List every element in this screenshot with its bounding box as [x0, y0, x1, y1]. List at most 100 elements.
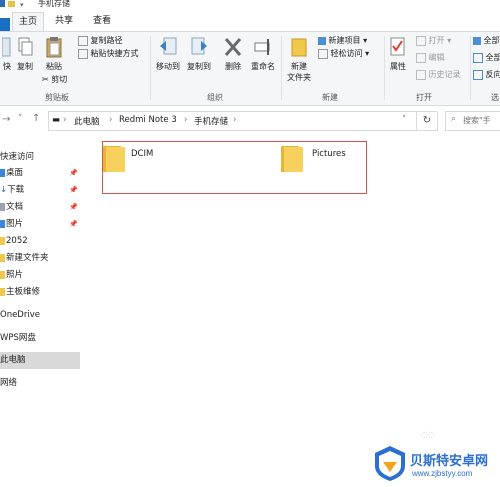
separator — [150, 36, 151, 100]
breadcrumb-separator: › — [109, 115, 113, 125]
open-label: 打开 ▾ — [428, 36, 452, 45]
copy-to-label: 复制到 — [187, 62, 211, 71]
up-arrow-icon[interactable]: ↑ — [32, 113, 40, 124]
chevron-down-icon[interactable]: ˅ — [18, 114, 23, 124]
folder-name-pictures[interactable]: Pictures — [312, 149, 346, 159]
title-bar: ▾ 手机存储 — [0, 0, 500, 9]
copy-button[interactable]: 复制 — [14, 36, 36, 72]
nav-item-label: 新建文件夹 — [6, 253, 49, 263]
breadcrumb-phone-storage[interactable]: 手机存储 — [194, 115, 228, 127]
nav-item-new-folder[interactable]: 新建文件夹 — [0, 250, 80, 267]
tab-share[interactable]: 共享 — [50, 12, 78, 30]
search-input[interactable]: ⌕ 搜索"手 — [445, 111, 500, 131]
folder-name-dcim[interactable]: DCIM — [131, 149, 153, 159]
invert-selection-button[interactable]: 反向 — [473, 69, 500, 80]
folder-icon — [0, 253, 5, 262]
copy-to-button[interactable]: 复制到 — [184, 36, 214, 72]
pin-icon: 📌 — [69, 186, 78, 194]
nav-item-label: WPS网盘 — [0, 333, 36, 343]
nav-item-label: 下载 — [7, 185, 25, 195]
new-group-label: 新建 — [322, 93, 338, 102]
properties-button[interactable]: 属性 — [386, 36, 410, 72]
nav-item-documents[interactable]: 文档 📌 — [0, 199, 80, 216]
paste-shortcut-icon — [78, 48, 88, 59]
edit-icon — [416, 52, 426, 63]
breadcrumb-device[interactable]: Redmi Note 3 — [119, 115, 177, 125]
window-title: 手机存储 — [38, 0, 70, 8]
delete-label: 删除 — [225, 62, 241, 71]
rename-button[interactable]: 重命名 — [248, 36, 278, 72]
cut-button[interactable]: ✂ 剪切 — [42, 74, 67, 85]
nav-item-downloads[interactable]: ↓下载 📌 — [0, 182, 80, 199]
paste-shortcut-button[interactable]: 粘贴快捷方式 — [78, 48, 139, 59]
tab-home[interactable]: 主页 — [12, 12, 44, 31]
watermark-logo-icon — [375, 446, 405, 481]
easy-access-button[interactable]: 轻松访问 ▾ — [318, 48, 369, 59]
nav-item-onedrive[interactable]: OneDrive — [0, 307, 80, 324]
nav-item-label: 主板维修 — [6, 287, 41, 297]
new-folder-icon — [291, 38, 307, 57]
address-bar[interactable]: ▬ › 此电脑 › Redmi Note 3 › 手机存储 › ˅ — [48, 111, 417, 131]
ribbon-tabs: 主页 共享 查看 — [0, 9, 500, 38]
copy-path-icon — [78, 35, 88, 46]
nav-item-label: 图片 — [6, 219, 24, 229]
open-button[interactable]: 打开 ▾ — [416, 35, 451, 46]
pin-icon: 📌 — [69, 169, 78, 177]
pin-label: 快 — [3, 62, 11, 71]
nav-item-motherboard-repair[interactable]: 主板维修 — [0, 284, 80, 301]
rename-label: 重命名 — [251, 62, 275, 71]
nav-item-label: OneDrive — [0, 310, 40, 320]
address-dropdown-icon[interactable]: ˅ — [402, 115, 406, 125]
invert-selection-label: 反向 — [485, 70, 500, 79]
edit-button[interactable]: 编辑 — [416, 52, 445, 63]
drive-icon: ▬ — [52, 115, 61, 125]
copy-path-button[interactable]: 复制路径 — [78, 35, 123, 46]
nav-item-label: 2052 — [6, 236, 28, 246]
breadcrumb-separator: › — [63, 115, 67, 125]
quick-access-toolbar[interactable]: ▾ — [0, 0, 30, 9]
folder-icon — [0, 236, 5, 245]
nav-item-2052[interactable]: 2052 — [0, 233, 80, 250]
delete-button[interactable]: 删除 — [220, 36, 246, 72]
nav-item-photos[interactable]: 照片 — [0, 267, 80, 284]
refresh-button[interactable]: ↻ — [416, 111, 438, 131]
folder-icon[interactable] — [281, 146, 303, 172]
nav-item-this-pc[interactable]: 此电脑 — [0, 352, 80, 369]
select-all-label: 全部 — [483, 36, 500, 45]
new-item-button[interactable]: 新建项目 ▾ — [318, 35, 367, 46]
paste-button[interactable]: 粘贴 — [42, 36, 66, 72]
separator — [470, 36, 471, 100]
pin-quick-access-button[interactable]: 快 — [0, 36, 14, 72]
nav-item-label: 照片 — [6, 270, 24, 280]
history-label: 历史记录 — [428, 70, 461, 79]
nav-item-wps-drive[interactable]: WPS网盘 — [0, 330, 80, 347]
back-arrow-icon[interactable]: → — [2, 114, 10, 125]
move-to-icon — [160, 37, 177, 55]
tab-view[interactable]: 查看 — [88, 12, 116, 30]
folder-icon[interactable] — [103, 146, 125, 172]
clipboard-group-label: 剪贴板 — [45, 93, 69, 102]
nav-item-network[interactable]: 网络 — [0, 375, 80, 392]
separator — [384, 36, 385, 100]
history-button[interactable]: 历史记录 — [416, 69, 461, 80]
nav-item-pictures[interactable]: 图片 📌 — [0, 216, 80, 233]
paste-icon — [46, 37, 62, 58]
select-all-button[interactable]: 全部 — [473, 35, 500, 46]
move-to-button[interactable]: 移动到 — [153, 36, 183, 72]
nav-item-label: 文档 — [6, 202, 24, 212]
select-none-label: 全部 — [485, 53, 500, 62]
search-icon: ⌕ — [451, 114, 457, 124]
select-none-button[interactable]: 全部 — [473, 52, 500, 63]
delete-icon — [224, 38, 242, 56]
new-folder-button[interactable]: 新建 文件夹 — [284, 36, 314, 83]
folder-icon — [0, 270, 5, 279]
breadcrumb-this-pc[interactable]: 此电脑 — [74, 115, 100, 127]
move-to-label: 移动到 — [156, 62, 180, 71]
new-item-icon — [318, 36, 326, 45]
refresh-icon: ↻ — [422, 115, 432, 126]
rename-icon — [254, 39, 270, 55]
nav-item-desktop[interactable]: 桌面 📌 — [0, 165, 80, 182]
nav-quick-access[interactable]: 快速访问 — [0, 149, 80, 166]
organize-group-label: 组织 — [207, 93, 223, 102]
watermark: 贝斯特安卓网 www.zjbstyy.com — [370, 438, 500, 487]
